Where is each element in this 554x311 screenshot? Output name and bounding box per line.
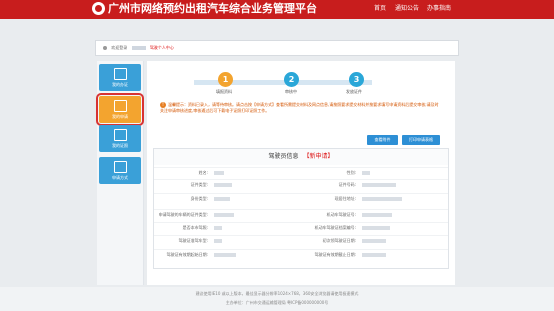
sidebar-item-label: 我的办证 (112, 82, 128, 87)
label: 机动车驾驶证号: (326, 212, 356, 217)
username-masked (131, 46, 146, 50)
table-row: 驾驶证准驾车型: 初次领驾驶证日期: (154, 235, 448, 246)
label: 现居住地址: (334, 196, 356, 201)
value (362, 168, 370, 178)
masked-value (214, 213, 234, 217)
label: 是否本市驾照: (182, 225, 208, 230)
value (214, 223, 222, 233)
nav-notices[interactable]: 通知公告 (395, 4, 419, 13)
table-row: 证件类型: 证件号码: (154, 179, 448, 190)
value (362, 194, 402, 204)
table-row: 申请驾驶的车辆的证件类型: 机动车驾驶证号: (154, 209, 448, 220)
nav-guide[interactable]: 办事指南 (427, 4, 451, 13)
document-icon (113, 68, 127, 80)
masked-value (362, 253, 386, 257)
step-3-label: 发放证件 (346, 89, 362, 94)
masked-value (362, 213, 392, 217)
top-header: 广州市网络预约出租汽车综合业务管理平台 首页 通知公告 办事指南 (0, 0, 554, 19)
driver-info-table: 驾驶员信息 【新申请】 姓名: 性别: 证件类型: 证件号码: 身份类型: 现居住… (153, 148, 449, 269)
print-form-button[interactable]: 打印申请表格 (402, 135, 440, 145)
label: 驾驶证有效期截止日期: (314, 252, 356, 257)
label: 初次领驾驶证日期: (322, 238, 356, 243)
label: 身份类型: (190, 196, 208, 201)
value (214, 194, 230, 204)
table-row: 姓名: 性别: (154, 167, 448, 178)
sidebar-item-apply-method[interactable]: 申请方式 (99, 157, 141, 184)
label: 驾驶证有效期起始日期: (166, 252, 208, 257)
notice-box: ! 温馨提示：资料已录入，请等待审核。请点击按【申请方式】查看所需提交材料及网点信… (160, 102, 440, 126)
status-badge: 【新申请】 (303, 153, 334, 160)
welcome-text: 欢迎登录 (111, 45, 128, 50)
sidebar-item-label: 申请方式 (112, 175, 128, 180)
sidebar-item-label: 我的申请 (112, 114, 128, 119)
value (362, 180, 396, 190)
user-role: 驾驶个人中心 (149, 45, 174, 50)
label: 证件类型: (190, 182, 208, 187)
page-footer: 建议使用IE10 或以上版本，最佳显示器分辨率1024×768，360安全浏览器… (0, 287, 554, 311)
notice-text: 温馨提示：资料已录入，请等待审核。请点击按【申请方式】查看所需提交材料及网点信息… (160, 102, 439, 113)
label: 机动车驾驶证档案编号: (314, 225, 356, 230)
sidebar-item-my-certificate[interactable]: 我的证照 (99, 125, 141, 152)
masked-value (214, 239, 222, 243)
masked-value (362, 226, 390, 230)
masked-value (214, 183, 232, 187)
footer-line-1: 建议使用IE10 或以上版本，最佳显示器分辨率1024×768，360安全浏览器… (195, 291, 359, 296)
table-row: 身份类型: 现居住地址: (154, 193, 448, 204)
table-row: 驾驶证有效期起始日期: 驾驶证有效期截止日期: (154, 249, 448, 260)
step-2-label: 审核中 (285, 89, 297, 94)
label: 申请驾驶的车辆的证件类型: (158, 212, 208, 217)
value (362, 223, 390, 233)
label: 姓名: (198, 170, 208, 175)
masked-value (362, 239, 386, 243)
value (362, 210, 392, 220)
table-title: 驾驶员信息 【新申请】 (154, 149, 448, 165)
label: 证件号码: (338, 182, 356, 187)
value (362, 236, 386, 246)
sidebar-item-label: 我的证照 (112, 143, 128, 148)
step-1-label: 填报资料 (216, 89, 232, 94)
masked-value (214, 253, 236, 257)
value (214, 168, 224, 178)
label: 性别: (346, 170, 356, 175)
value (214, 250, 236, 260)
value (214, 180, 232, 190)
step-2-circle: 2 (284, 72, 299, 87)
masked-value (214, 197, 230, 201)
platform-logo-icon (92, 2, 105, 15)
platform-title: 广州市网络预约出租汽车综合业务管理平台 (108, 2, 317, 15)
masked-value (362, 197, 402, 201)
masked-value (214, 171, 224, 175)
user-dot-icon (103, 46, 107, 50)
step-1-circle: 1 (218, 72, 233, 87)
sidebar-item-my-application[interactable]: 我的申请 (96, 93, 144, 126)
value (362, 250, 386, 260)
table-title-text: 驾驶员信息 (268, 153, 299, 160)
checklist-icon (113, 161, 127, 173)
label: 驾驶证准驾车型: (178, 238, 208, 243)
edit-document-icon (113, 100, 127, 112)
view-attachment-button[interactable]: 查看附件 (367, 135, 398, 145)
sidebar-item-my-license[interactable]: 我的办证 (99, 64, 141, 91)
value (214, 210, 234, 220)
masked-value (362, 171, 370, 175)
masked-value (214, 226, 222, 230)
value (214, 236, 222, 246)
breadcrumb: 欢迎登录 驾驶个人中心 (95, 40, 459, 56)
step-3-circle: 3 (349, 72, 364, 87)
certificate-icon (113, 129, 127, 141)
footer-line-2: 主办单位：广州市交通运输管理局 粤ICP备000000000号 (225, 300, 329, 305)
masked-value (362, 183, 396, 187)
nav-home[interactable]: 首页 (374, 4, 386, 13)
table-row: 是否本市驾照: 机动车驾驶证档案编号: (154, 222, 448, 233)
sidebar: 我的办证 我的申请 我的证照 申请方式 (96, 61, 144, 285)
